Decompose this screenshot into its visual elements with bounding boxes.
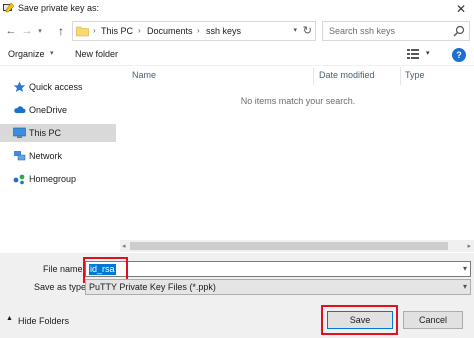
sidebar-item-homegroup[interactable]: Homegroup — [0, 170, 116, 188]
window-title: Save private key as: — [18, 3, 100, 13]
column-header-type[interactable]: Type — [405, 70, 425, 80]
chevron-up-icon[interactable]: ▲ — [6, 315, 13, 322]
homegroup-icon — [13, 174, 25, 185]
file-name-dropdown-icon[interactable]: ▾ — [463, 264, 467, 273]
up-arrow-icon[interactable]: ↑ — [54, 23, 68, 39]
view-chevron-down-icon[interactable]: ▾ — [426, 49, 430, 57]
scroll-right-arrow-icon[interactable]: ▸ — [467, 242, 471, 250]
search-input[interactable]: Search ssh keys — [322, 21, 470, 41]
cloud-icon — [14, 106, 26, 113]
chevron-down-icon[interactable]: ▾ — [50, 49, 54, 57]
navigation-pane: Quick access OneDrive This PC Network Ho… — [0, 67, 120, 255]
breadcrumb-separator: › — [197, 26, 200, 35]
address-dropdown-icon[interactable]: ▾ — [293, 26, 297, 34]
sidebar-item-quick-access[interactable]: Quick access — [0, 78, 116, 96]
close-button[interactable]: ✕ — [450, 0, 472, 18]
sidebar-item-label: Homegroup — [29, 174, 77, 184]
save-as-type-label: Save as type: — [34, 282, 89, 292]
refresh-icon[interactable]: ↻ — [303, 24, 312, 37]
file-name-label: File name: — [43, 264, 86, 274]
save-as-type-select[interactable]: PuTTY Private Key Files (*.ppk) ▾ — [85, 279, 471, 295]
folder-icon — [76, 26, 89, 37]
recent-locations-chevron-icon[interactable]: ▾ — [35, 23, 45, 39]
forward-arrow-icon[interactable]: → — [20, 23, 34, 39]
empty-folder-message: No items match your search. — [240, 96, 356, 106]
breadcrumb-separator: › — [93, 26, 96, 35]
sidebar-item-this-pc[interactable]: This PC — [0, 124, 116, 142]
putty-app-icon — [3, 2, 15, 13]
scrollbar-thumb[interactable] — [130, 242, 448, 250]
address-row: ← → ▾ ↑ › This PC › Documents › ssh keys… — [0, 20, 474, 42]
file-name-input[interactable]: id_rsa ▾ — [85, 261, 471, 277]
organize-button[interactable]: Organize — [8, 49, 45, 59]
sidebar-item-label: Network — [29, 151, 63, 161]
column-divider[interactable] — [400, 67, 401, 85]
help-icon[interactable]: ? — [452, 48, 466, 62]
column-divider[interactable] — [313, 67, 314, 85]
cancel-button[interactable]: Cancel — [403, 311, 463, 329]
search-icon — [453, 25, 465, 37]
horizontal-scrollbar[interactable]: ◂ ▸ — [120, 240, 474, 252]
sidebar-item-label: This PC — [29, 128, 62, 138]
new-folder-button[interactable]: New folder — [75, 49, 118, 59]
scroll-left-arrow-icon[interactable]: ◂ — [122, 242, 126, 250]
breadcrumb-documents[interactable]: Documents — [147, 26, 193, 36]
address-bar[interactable]: › This PC › Documents › ssh keys ▾ ↻ — [72, 21, 316, 41]
column-header-date-modified[interactable]: Date modified — [319, 70, 375, 80]
file-list[interactable]: Name Date modified Type No items match y… — [122, 67, 474, 243]
save-button[interactable]: Save — [327, 311, 393, 329]
search-placeholder: Search ssh keys — [329, 26, 396, 36]
sidebar-item-label: Quick access — [29, 82, 83, 92]
column-header-name[interactable]: Name — [132, 70, 156, 80]
command-toolbar: Organize ▾ New folder ▾ ? — [0, 44, 474, 66]
view-options-icon[interactable] — [406, 48, 420, 61]
breadcrumb-this-pc[interactable]: This PC — [101, 26, 133, 36]
save-as-type-dropdown-icon[interactable]: ▾ — [463, 282, 467, 291]
sidebar-item-onedrive[interactable]: OneDrive — [0, 101, 116, 119]
sidebar-item-label: OneDrive — [29, 105, 68, 115]
title-bar: Save private key as: ✕ — [0, 0, 474, 18]
breadcrumb-ssh-keys[interactable]: ssh keys — [206, 26, 241, 36]
breadcrumb-separator: › — [138, 26, 141, 35]
sidebar-item-network[interactable]: Network — [0, 147, 116, 165]
hide-folders-button[interactable]: Hide Folders — [18, 316, 69, 326]
back-arrow-icon[interactable]: ← — [4, 23, 18, 39]
save-as-type-value: PuTTY Private Key Files (*.ppk) — [89, 282, 216, 292]
save-form-panel: File name: id_rsa ▾ Save as type: PuTTY … — [0, 253, 474, 338]
network-icon — [14, 151, 26, 161]
star-icon — [13, 81, 26, 92]
computer-icon — [13, 127, 26, 138]
